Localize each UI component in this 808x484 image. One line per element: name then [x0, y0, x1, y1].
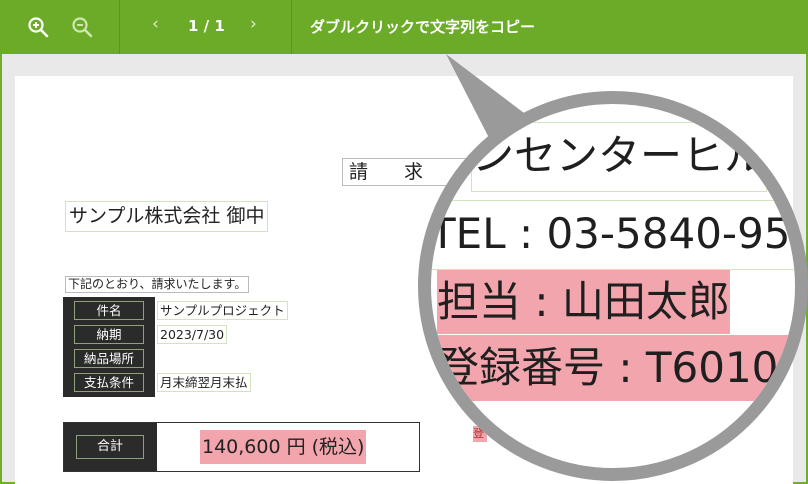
magnified-highlight-line: 登録番号 : T60100 [437, 335, 795, 401]
magnified-text-line: ンセンターヒル [471, 122, 768, 192]
magnified-highlight-line: 担当 : 山田太郎 [437, 270, 730, 334]
magnified-text-line: TEL : 03-5840-955 [431, 200, 795, 270]
magnifier-lens: ンセンターヒル TEL : 03-5840-955 担当 : 山田太郎 登録番号… [418, 91, 808, 481]
